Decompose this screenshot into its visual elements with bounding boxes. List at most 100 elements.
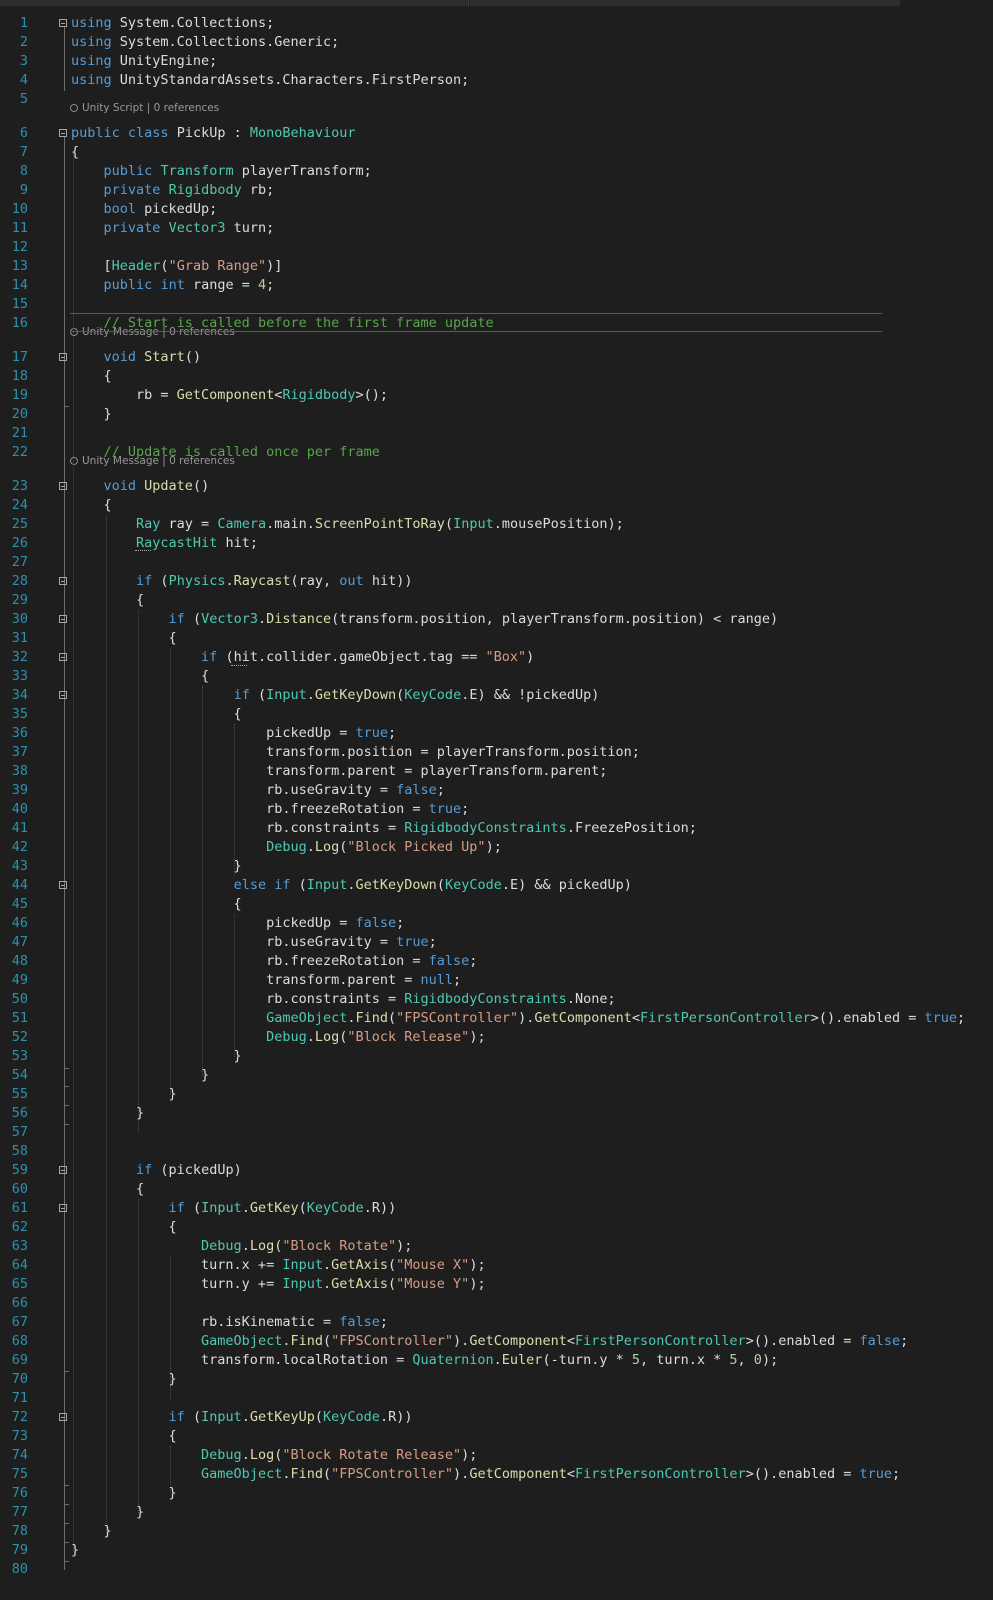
code-line[interactable]: 49 transform.parent = null;: [0, 971, 993, 990]
code-line[interactable]: 48 rb.freezeRotation = false;: [0, 952, 993, 971]
code-line[interactable]: 76 }: [0, 1484, 993, 1503]
code-line[interactable]: 35 {: [0, 705, 993, 724]
code-line[interactable]: 22 // Update is called once per frame: [0, 443, 993, 462]
code-line[interactable]: 17 void Start(): [0, 348, 993, 367]
code-line[interactable]: 29 {: [0, 591, 993, 610]
code-line[interactable]: 44 else if (Input.GetKeyDown(KeyCode.E) …: [0, 876, 993, 895]
code-line[interactable]: 41 rb.constraints = RigidbodyConstraints…: [0, 819, 993, 838]
code-line[interactable]: 5: [0, 90, 993, 109]
code-line[interactable]: 56 }: [0, 1104, 993, 1123]
code-line[interactable]: 12: [0, 238, 993, 257]
code-line[interactable]: 45 {: [0, 895, 993, 914]
code-line[interactable]: 33 {: [0, 667, 993, 686]
fold-class-collapse-icon[interactable]: [59, 129, 67, 137]
code-line[interactable]: 4 using UnityStandardAssets.Characters.Fi…: [0, 71, 993, 90]
code-line[interactable]: 61 if (Input.GetKey(KeyCode.R)): [0, 1199, 993, 1218]
code-line[interactable]: 60 {: [0, 1180, 993, 1199]
code-line[interactable]: 50 rb.constraints = RigidbodyConstraints…: [0, 990, 993, 1009]
code-line[interactable]: 68 GameObject.Find("FPSController").GetC…: [0, 1332, 993, 1351]
code-text: {: [71, 668, 210, 684]
code-line[interactable]: 24 {: [0, 496, 993, 515]
code-line[interactable]: 71: [0, 1389, 993, 1408]
code-line[interactable]: 25 Ray ray = Camera.main.ScreenPointToRa…: [0, 515, 993, 534]
suggestion-squiggle[interactable]: [231, 662, 247, 666]
code-line[interactable]: 77 }: [0, 1503, 993, 1522]
code-line[interactable]: 74 Debug.Log("Block Rotate Release");: [0, 1446, 993, 1465]
code-line[interactable]: 57: [0, 1123, 993, 1142]
code-line[interactable]: 34 if (Input.GetKeyDown(KeyCode.E) && !p…: [0, 686, 993, 705]
code-line[interactable]: 13 [Header("Grab Range")]: [0, 257, 993, 276]
code-line[interactable]: 1 using System.Collections;: [0, 14, 993, 33]
code-text: if (hit.collider.gameObject.tag == "Box"…: [201, 649, 535, 665]
code-line[interactable]: 36 pickedUp = true;: [0, 724, 993, 743]
code-line[interactable]: 70 }: [0, 1370, 993, 1389]
code-line[interactable]: 23 void Update(): [0, 477, 993, 496]
code-line[interactable]: 62 {: [0, 1218, 993, 1237]
code-line[interactable]: 43 }: [0, 857, 993, 876]
code-line[interactable]: 63 Debug.Log("Block Rotate");: [0, 1237, 993, 1256]
code-line[interactable]: 19 rb = GetComponent<Rigidbody>();: [0, 386, 993, 405]
suggestion-squiggle[interactable]: [135, 547, 151, 551]
code-line[interactable]: 10 bool pickedUp;: [0, 200, 993, 219]
code-editor[interactable]: Unity Script | 0 references Unity Message…: [0, 6, 993, 1600]
code-line[interactable]: 28 if (Physics.Raycast(ray, out hit)): [0, 572, 993, 591]
fold-if-getkeyup-collapse-icon[interactable]: [59, 1413, 67, 1421]
fold-if-raycast-collapse-icon[interactable]: [59, 577, 67, 585]
code-line[interactable]: 47 rb.useGravity = true;: [0, 933, 993, 952]
code-text: if (Input.GetKeyUp(KeyCode.R)): [168, 1409, 413, 1425]
code-line[interactable]: 31 {: [0, 629, 993, 648]
code-line[interactable]: 65 turn.y += Input.GetAxis("Mouse Y");: [0, 1275, 993, 1294]
code-line[interactable]: 75 GameObject.Find("FPSController").GetC…: [0, 1465, 993, 1484]
fold-start-collapse-icon[interactable]: [59, 353, 67, 361]
fold-if-distance-collapse-icon[interactable]: [59, 615, 67, 623]
fold-if-tag-collapse-icon[interactable]: [59, 653, 67, 661]
code-text: {: [71, 497, 112, 513]
line-number: 58: [11, 1143, 28, 1159]
fold-else-if-collapse-icon[interactable]: [59, 881, 67, 889]
code-line[interactable]: 78 }: [0, 1522, 993, 1541]
code-line[interactable]: 30 if (Vector3.Distance(transform.positi…: [0, 610, 993, 629]
code-line[interactable]: 11 private Vector3 turn;: [0, 219, 993, 238]
code-line[interactable]: 42 Debug.Log("Block Picked Up");: [0, 838, 993, 857]
code-line[interactable]: 38 transform.parent = playerTransform.pa…: [0, 762, 993, 781]
fold-if-pickedup-collapse-icon[interactable]: [59, 1166, 67, 1174]
code-line[interactable]: 69 transform.localRotation = Quaternion.…: [0, 1351, 993, 1370]
code-line[interactable]: 3 using UnityEngine;: [0, 52, 993, 71]
code-line[interactable]: 66: [0, 1294, 993, 1313]
fold-if-keydown-collapse-icon[interactable]: [59, 691, 67, 699]
code-line[interactable]: 55 }: [0, 1085, 993, 1104]
code-line[interactable]: 72 if (Input.GetKeyUp(KeyCode.R)): [0, 1408, 993, 1427]
code-line[interactable]: 14 public int range = 4;: [0, 276, 993, 295]
code-line[interactable]: 40 rb.freezeRotation = true;: [0, 800, 993, 819]
code-line[interactable]: 39 rb.useGravity = false;: [0, 781, 993, 800]
code-line[interactable]: 80: [0, 1560, 993, 1579]
code-line[interactable]: 73 {: [0, 1427, 993, 1446]
code-line[interactable]: 18 {: [0, 367, 993, 386]
code-line[interactable]: 64 turn.x += Input.GetAxis("Mouse X");: [0, 1256, 993, 1275]
code-line[interactable]: 8 public Transform playerTransform;: [0, 162, 993, 181]
code-line[interactable]: 79}: [0, 1541, 993, 1560]
code-line[interactable]: 54 }: [0, 1066, 993, 1085]
code-line[interactable]: 7{: [0, 143, 993, 162]
code-line[interactable]: 67 rb.isKinematic = false;: [0, 1313, 993, 1332]
code-line[interactable]: 21: [0, 424, 993, 443]
code-line[interactable]: 2 using System.Collections.Generic;: [0, 33, 993, 52]
code-line[interactable]: 58: [0, 1142, 993, 1161]
fold-update-collapse-icon[interactable]: [59, 482, 67, 490]
code-line[interactable]: 16 // Start is called before the first f…: [0, 314, 993, 333]
fold-if-getkey-collapse-icon[interactable]: [59, 1204, 67, 1212]
code-line[interactable]: 32 if (hit.collider.gameObject.tag == "B…: [0, 648, 993, 667]
code-line[interactable]: 20 }: [0, 405, 993, 424]
code-line[interactable]: 27: [0, 553, 993, 572]
line-number: 8: [19, 163, 28, 179]
code-line[interactable]: 59 if (pickedUp): [0, 1161, 993, 1180]
code-line[interactable]: 52 Debug.Log("Block Release");: [0, 1028, 993, 1047]
fold-using-collapse-icon[interactable]: [59, 19, 67, 27]
code-line[interactable]: 37 transform.position = playerTransform.…: [0, 743, 993, 762]
code-line[interactable]: 46 pickedUp = false;: [0, 914, 993, 933]
code-line[interactable]: 9 private Rigidbody rb;: [0, 181, 993, 200]
code-line[interactable]: 53 }: [0, 1047, 993, 1066]
code-line[interactable]: 51 GameObject.Find("FPSController").GetC…: [0, 1009, 993, 1028]
code-line[interactable]: 15: [0, 295, 993, 314]
code-line[interactable]: 6 public class PickUp : MonoBehaviour: [0, 124, 993, 143]
